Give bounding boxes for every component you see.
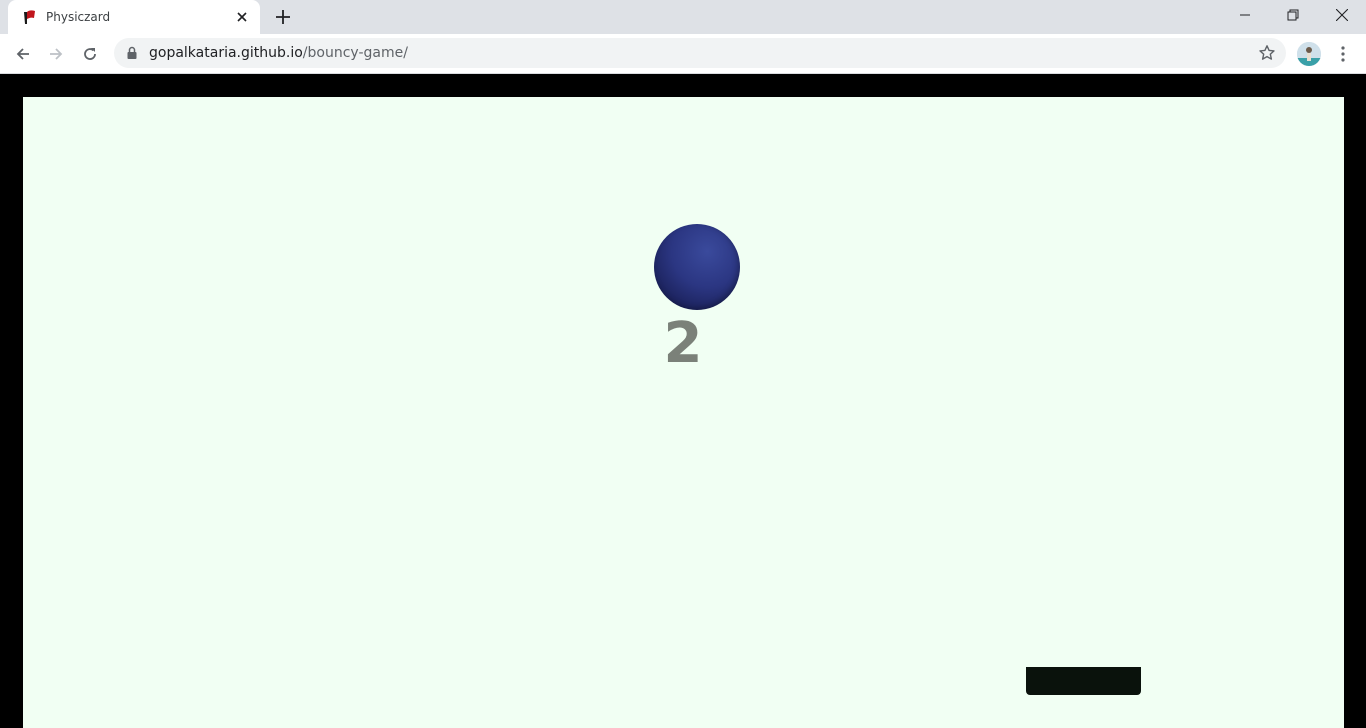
url-path: /bouncy-game/ [302, 45, 408, 61]
minimize-icon[interactable] [1222, 0, 1268, 30]
bookmark-star-icon[interactable] [1258, 44, 1276, 67]
browser-toolbar: gopalkataria.github.io/bouncy-game/ [0, 34, 1366, 74]
browser-menu-icon[interactable] [1332, 42, 1354, 66]
close-tab-icon[interactable] [234, 9, 250, 25]
ball [654, 224, 740, 310]
game-canvas[interactable]: 2 [23, 97, 1344, 728]
url-host: gopalkataria.github.io [149, 45, 303, 61]
profile-avatar[interactable] [1297, 42, 1321, 66]
reload-icon[interactable] [76, 40, 104, 68]
new-tab-icon[interactable] [272, 6, 294, 28]
page-viewport: 2 [0, 74, 1366, 728]
close-window-icon[interactable] [1319, 0, 1365, 30]
tab-strip: Physiczard [0, 0, 1366, 34]
browser-tab[interactable]: Physiczard [8, 0, 260, 34]
tab-title: Physiczard [46, 10, 111, 24]
url-text[interactable]: gopalkataria.github.io/bouncy-game/ [149, 45, 408, 61]
restore-icon[interactable] [1270, 0, 1316, 30]
forward-icon[interactable] [42, 40, 70, 68]
favicon-icon [21, 9, 37, 25]
address-bar[interactable]: gopalkataria.github.io/bouncy-game/ [114, 38, 1286, 68]
back-icon[interactable] [9, 40, 37, 68]
paddle[interactable] [1026, 667, 1141, 695]
lock-icon[interactable] [126, 46, 138, 65]
score-counter: 2 [663, 311, 703, 376]
